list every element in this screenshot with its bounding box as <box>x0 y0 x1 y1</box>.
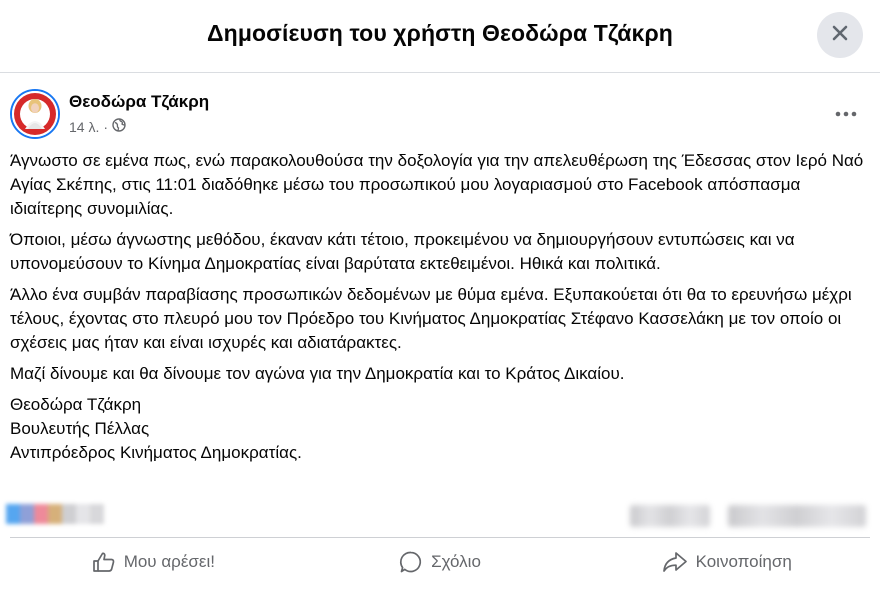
dialog-title: Δημοσίευση του χρήστη Θεοδώρα Τζάκρη <box>207 20 673 46</box>
post-meta: 14 λ. · <box>69 118 126 135</box>
reactions-summary <box>0 501 880 531</box>
post-paragraph: Μαζί δίνουμε και θα δίνουμε τον αγώνα γι… <box>10 364 625 383</box>
globe-icon <box>112 118 126 135</box>
like-label: Μου αρέσει! <box>123 552 215 571</box>
avatar[interactable] <box>10 89 60 139</box>
post-body: Άγνωστο σε εμένα πως, ενώ παρακολουθούσα… <box>10 149 870 472</box>
post-author: Θεοδώρα Τζάκρη 14 λ. · <box>10 89 870 141</box>
more-icon <box>835 104 857 122</box>
dialog-header: Δημοσίευση του χρήστη Θεοδώρα Τζάκρη <box>0 0 880 73</box>
reaction-icons-blurred[interactable] <box>6 504 104 524</box>
post-signature: Θεοδώρα Τζάκρη Βουλευτής Πέλλας Αντιπρόε… <box>10 393 870 465</box>
actions-divider <box>10 537 870 538</box>
thumbs-up-icon <box>92 551 116 573</box>
comments-count-blurred[interactable] <box>630 505 710 527</box>
comment-button[interactable]: Σχόλιο <box>297 541 584 583</box>
share-icon <box>662 551 688 573</box>
post-paragraph: Άγνωστο σε εμένα πως, ενώ παρακολουθούσα… <box>10 151 864 218</box>
meta-separator: · <box>103 118 109 135</box>
signature-name: Θεοδώρα Τζάκρη <box>10 395 142 414</box>
more-options-button[interactable] <box>824 95 868 131</box>
share-button[interactable]: Κοινοποίηση <box>583 541 870 583</box>
close-icon <box>830 23 850 48</box>
close-button[interactable] <box>817 12 863 58</box>
share-label: Κοινοποίηση <box>695 552 792 571</box>
comment-icon <box>399 550 423 574</box>
like-button[interactable]: Μου αρέσει! <box>10 541 297 583</box>
post-time[interactable]: 14 λ. <box>69 119 99 135</box>
signature-role: Βουλευτής Πέλλας <box>10 419 150 438</box>
comment-label: Σχόλιο <box>431 552 481 571</box>
post-paragraph: Όποιοι, μέσω άγνωστης μεθόδου, έκαναν κά… <box>10 230 795 273</box>
author-name[interactable]: Θεοδώρα Τζάκρη <box>69 92 209 112</box>
signature-title: Αντιπρόεδρος Κινήματος Δημοκρατίας. <box>10 443 302 462</box>
shares-count-blurred[interactable] <box>728 505 866 527</box>
post-paragraph: Άλλο ένα συμβάν παραβίασης προσωπικών δε… <box>10 285 852 352</box>
post-actions: Μου αρέσει! Σχόλιο Κοινοποίηση <box>10 541 870 583</box>
